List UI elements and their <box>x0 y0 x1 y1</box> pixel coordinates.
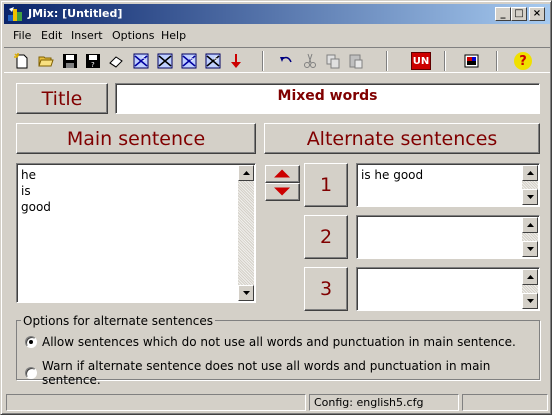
main-sentence-textarea[interactable]: he is good <box>16 163 256 303</box>
main-scrollbar[interactable] <box>238 165 254 301</box>
new-file-icon[interactable] <box>13 52 31 70</box>
save-as-icon[interactable]: ? <box>84 52 102 70</box>
scroll-up-button[interactable] <box>522 165 538 181</box>
save-icon[interactable] <box>61 52 79 70</box>
scroll-down-button[interactable] <box>522 189 538 205</box>
alternate-sentences-header: Alternate sentences <box>264 123 540 154</box>
alternate-number-3[interactable]: 3 <box>304 267 348 311</box>
window-title: JMix: [Untitled] <box>28 7 123 20</box>
copy-icon[interactable] <box>324 52 342 70</box>
radio-button-checked[interactable] <box>25 336 37 348</box>
status-config: Config: english5.cfg <box>309 394 459 411</box>
alternate-2-scrollbar[interactable] <box>522 217 538 257</box>
menu-bar: File Edit Insert Options Help <box>4 26 550 45</box>
menu-insert[interactable]: Insert <box>71 29 103 42</box>
scroll-down-button[interactable] <box>238 285 254 301</box>
status-panel-empty <box>6 394 306 411</box>
menu-options[interactable]: Options <box>112 29 154 42</box>
radio-label: Warn if alternate sentence does not use … <box>41 359 491 387</box>
close-button[interactable]: × <box>529 7 545 21</box>
cut-icon[interactable] <box>301 52 319 70</box>
chevron-up-icon <box>526 275 534 279</box>
svg-text:6: 6 <box>190 56 194 63</box>
main-line: he <box>21 168 36 182</box>
menu-edit[interactable]: Edit <box>41 29 62 42</box>
scroll-down-button[interactable] <box>522 293 538 309</box>
hotpotatoes-icon[interactable] <box>463 52 481 70</box>
toolbar-separator <box>496 51 498 71</box>
move-up-button[interactable] <box>265 165 300 183</box>
radio-label: Allow sentences which do not use all wor… <box>42 335 516 349</box>
undo-icon[interactable] <box>277 52 295 70</box>
web-page-icon-2[interactable] <box>156 52 174 70</box>
jmix-app-icon <box>8 7 22 21</box>
title-bar[interactable]: JMix: [Untitled] _ □ × <box>4 4 550 24</box>
maximize-button[interactable]: □ <box>511 7 527 21</box>
title-label-button[interactable]: Title <box>16 83 108 114</box>
web-page-icon-1[interactable]: 5 <box>132 52 150 70</box>
title-input[interactable]: Mixed words <box>115 83 540 114</box>
main-line: good <box>21 200 51 214</box>
scroll-down-button[interactable] <box>522 241 538 257</box>
chevron-down-icon <box>526 299 534 303</box>
menu-file[interactable]: File <box>13 29 31 42</box>
alternate-number-2[interactable]: 2 <box>304 215 348 259</box>
app-window: JMix: [Untitled] _ □ × File Edit Insert … <box>0 0 552 415</box>
chevron-up-icon <box>526 171 534 175</box>
unicode-icon[interactable]: UN <box>411 52 431 70</box>
scroll-up-button[interactable] <box>522 217 538 233</box>
status-panel-empty <box>462 394 548 411</box>
alternate-sentence-3-textarea[interactable] <box>356 267 540 311</box>
alternate-sentence-text: is he good <box>361 168 424 182</box>
chevron-up-icon <box>526 223 534 227</box>
toolbar-separator <box>262 51 264 71</box>
main-sentence-header: Main sentence <box>16 123 256 154</box>
status-bar: Config: english5.cfg <box>4 393 550 412</box>
options-legend: Options for alternate sentences <box>21 314 215 328</box>
paste-icon[interactable] <box>347 52 365 70</box>
chevron-down-icon <box>526 195 534 199</box>
red-up-arrow-icon <box>274 169 291 178</box>
alternate-sentence-2-textarea[interactable] <box>356 215 540 259</box>
alternate-number-1[interactable]: 1 <box>304 163 348 207</box>
alternate-sentence-1-textarea[interactable]: is he good <box>356 163 540 207</box>
open-folder-icon[interactable] <box>37 52 55 70</box>
help-icon[interactable]: ? <box>514 52 532 70</box>
eraser-icon[interactable] <box>107 52 125 70</box>
svg-text:5: 5 <box>142 56 146 63</box>
scroll-up-button[interactable] <box>522 269 538 285</box>
move-down-button[interactable] <box>265 183 300 201</box>
menu-help[interactable]: Help <box>161 29 186 42</box>
scroll-up-button[interactable] <box>238 165 254 181</box>
svg-text:6: 6 <box>214 56 218 63</box>
chevron-down-icon <box>242 291 250 295</box>
red-down-arrow-icon <box>274 187 291 196</box>
toolbar-separator <box>386 51 388 71</box>
chevron-up-icon <box>242 171 250 175</box>
alternate-1-scrollbar[interactable] <box>522 165 538 205</box>
radio-warn-sentences[interactable]: Warn if alternate sentence does not use … <box>25 359 551 387</box>
radio-button-unchecked[interactable] <box>25 367 37 379</box>
minimize-button[interactable]: _ <box>495 7 511 21</box>
toolbar: ? 5 6 6 UN ? <box>4 47 550 73</box>
radio-dot-icon <box>29 340 33 344</box>
radio-allow-sentences[interactable]: Allow sentences which do not use all wor… <box>25 335 516 349</box>
svg-text:?: ? <box>91 61 95 69</box>
web-page-icon-3[interactable]: 6 <box>180 52 198 70</box>
red-down-arrow-icon[interactable] <box>227 52 245 70</box>
web-page-icon-4[interactable]: 6 <box>204 52 222 70</box>
main-line: is <box>21 184 31 198</box>
alternate-3-scrollbar[interactable] <box>522 269 538 309</box>
chevron-down-icon <box>526 247 534 251</box>
toolbar-separator <box>444 51 446 71</box>
